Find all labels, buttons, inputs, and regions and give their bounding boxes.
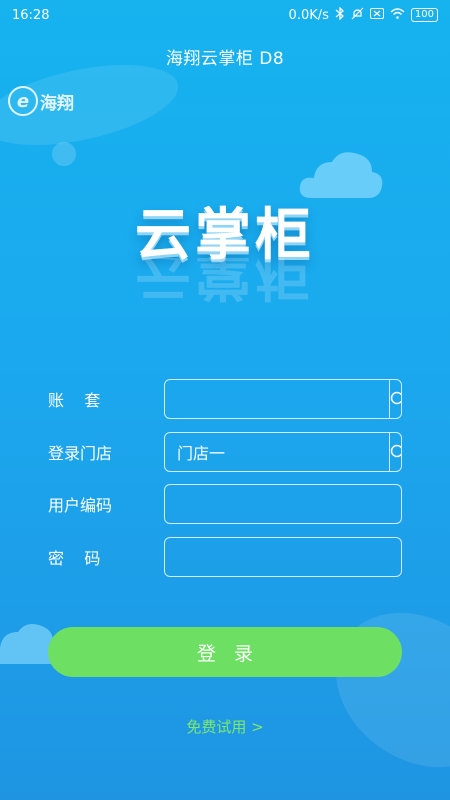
- account-row: 账 套: [48, 379, 408, 419]
- bluetooth-icon: [335, 6, 345, 23]
- logo-text: 海翔: [40, 93, 74, 114]
- user-code-field: [164, 484, 402, 524]
- password-field: [164, 537, 402, 577]
- hero-title-reflection: 云掌柜: [135, 258, 315, 305]
- status-icons: 0.0K/s 100: [288, 6, 438, 23]
- user-code-row: 用户编码: [48, 484, 408, 524]
- store-label: 登录门店: [48, 444, 113, 463]
- app-title: 海翔云掌柜 D8: [165, 49, 285, 69]
- account-input[interactable]: [165, 380, 389, 418]
- account-search-button[interactable]: [389, 380, 401, 418]
- logo-e-icon: e: [8, 86, 38, 116]
- free-trial-link[interactable]: 免费试用 >: [0, 716, 450, 737]
- status-time: 16:28: [12, 7, 50, 23]
- sim-icon: [369, 8, 384, 22]
- account-label: 账 套: [48, 391, 101, 410]
- decor-wave-bottom: [306, 581, 450, 799]
- network-speed: 0.0K/s: [288, 7, 329, 23]
- search-icon: [390, 391, 401, 404]
- login-button[interactable]: 登录: [48, 627, 402, 677]
- decor-bubble: [52, 142, 76, 166]
- user-code-input[interactable]: [165, 485, 401, 523]
- store-row: 登录门店: [48, 432, 408, 472]
- status-bar: 16:28 0.0K/s 100: [0, 0, 450, 30]
- mute-icon: [351, 7, 364, 23]
- store-search-button[interactable]: [389, 433, 401, 471]
- store-input[interactable]: [165, 433, 389, 471]
- user-code-label: 用户编码: [48, 496, 113, 515]
- search-icon: [390, 444, 401, 457]
- account-field: [164, 379, 402, 419]
- wifi-icon: [390, 8, 405, 22]
- brand-logo: e 海翔: [8, 86, 74, 116]
- store-field: [164, 432, 402, 472]
- password-input[interactable]: [165, 538, 401, 576]
- password-row: 密 码: [48, 537, 408, 577]
- password-label: 密 码: [48, 549, 101, 568]
- battery-indicator: 100: [410, 8, 438, 22]
